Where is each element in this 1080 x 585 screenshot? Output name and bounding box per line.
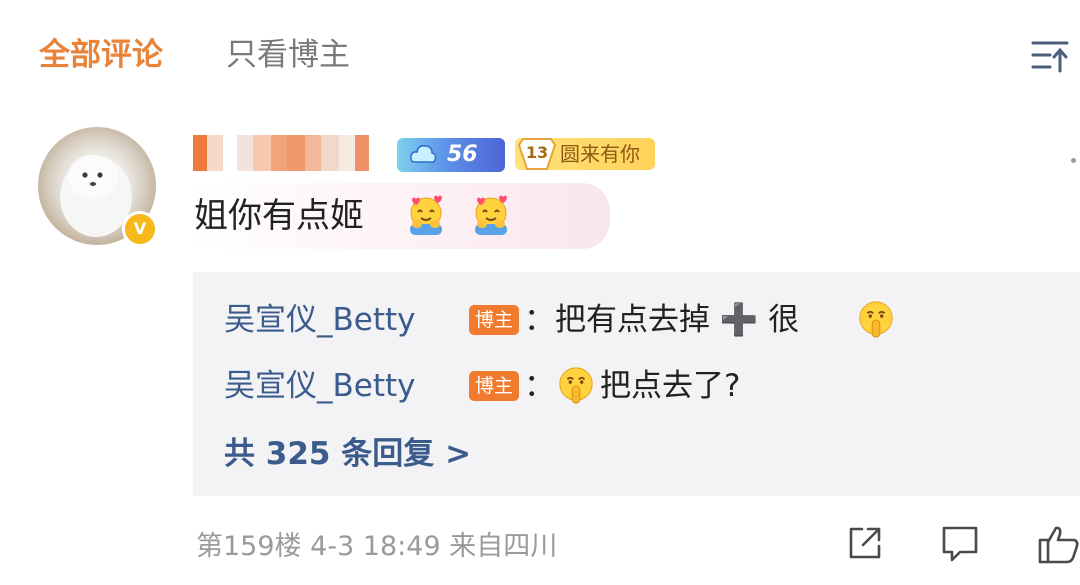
view-all-replies-link[interactable]: 共 325 条回复 > (224, 433, 471, 475)
comment-time: 4-3 18:49 (310, 531, 441, 562)
sort-icon[interactable] (1030, 38, 1070, 74)
blogger-tag: 博主 (469, 371, 519, 401)
fan-level-shield: 13 (517, 137, 557, 171)
verified-badge: V (122, 211, 158, 247)
comment-location: 来自四川 (449, 531, 558, 562)
user-level-badge: 56 (397, 138, 505, 172)
comment-text: 姐你有点姬 (194, 196, 364, 236)
username-pixelated[interactable] (193, 135, 393, 171)
comment-icon[interactable] (940, 524, 980, 564)
floor-number: 第159楼 (196, 531, 302, 562)
like-icon[interactable] (1036, 524, 1080, 564)
share-icon[interactable] (846, 524, 884, 562)
fan-club-badge[interactable]: 13 圆来有你 (515, 138, 655, 170)
tab-all-comments[interactable]: 全部评论 (39, 34, 163, 76)
shush-emoji-icon (556, 365, 596, 405)
comment-meta: 第159楼 4-3 18:49 来自四川 (196, 529, 557, 565)
reply-text: ： (524, 368, 555, 404)
shush-emoji-icon (856, 299, 896, 339)
reply-author[interactable]: 吴宣仪_Betty (224, 299, 416, 341)
blogger-tag: 博主 (469, 305, 519, 335)
tab-blogger-only[interactable]: 只看博主 (226, 34, 350, 76)
reply-author[interactable]: 吴宣仪_Betty (224, 365, 416, 407)
reply-text-continued: 把点去了? (600, 368, 741, 404)
hug-emoji-icon (405, 194, 447, 236)
hug-emoji-icon (470, 194, 512, 236)
more-options-icon[interactable] (1071, 158, 1076, 163)
reply-text: ：把有点去掉 ➕ 很 (524, 302, 800, 338)
cloud-icon (410, 145, 437, 163)
